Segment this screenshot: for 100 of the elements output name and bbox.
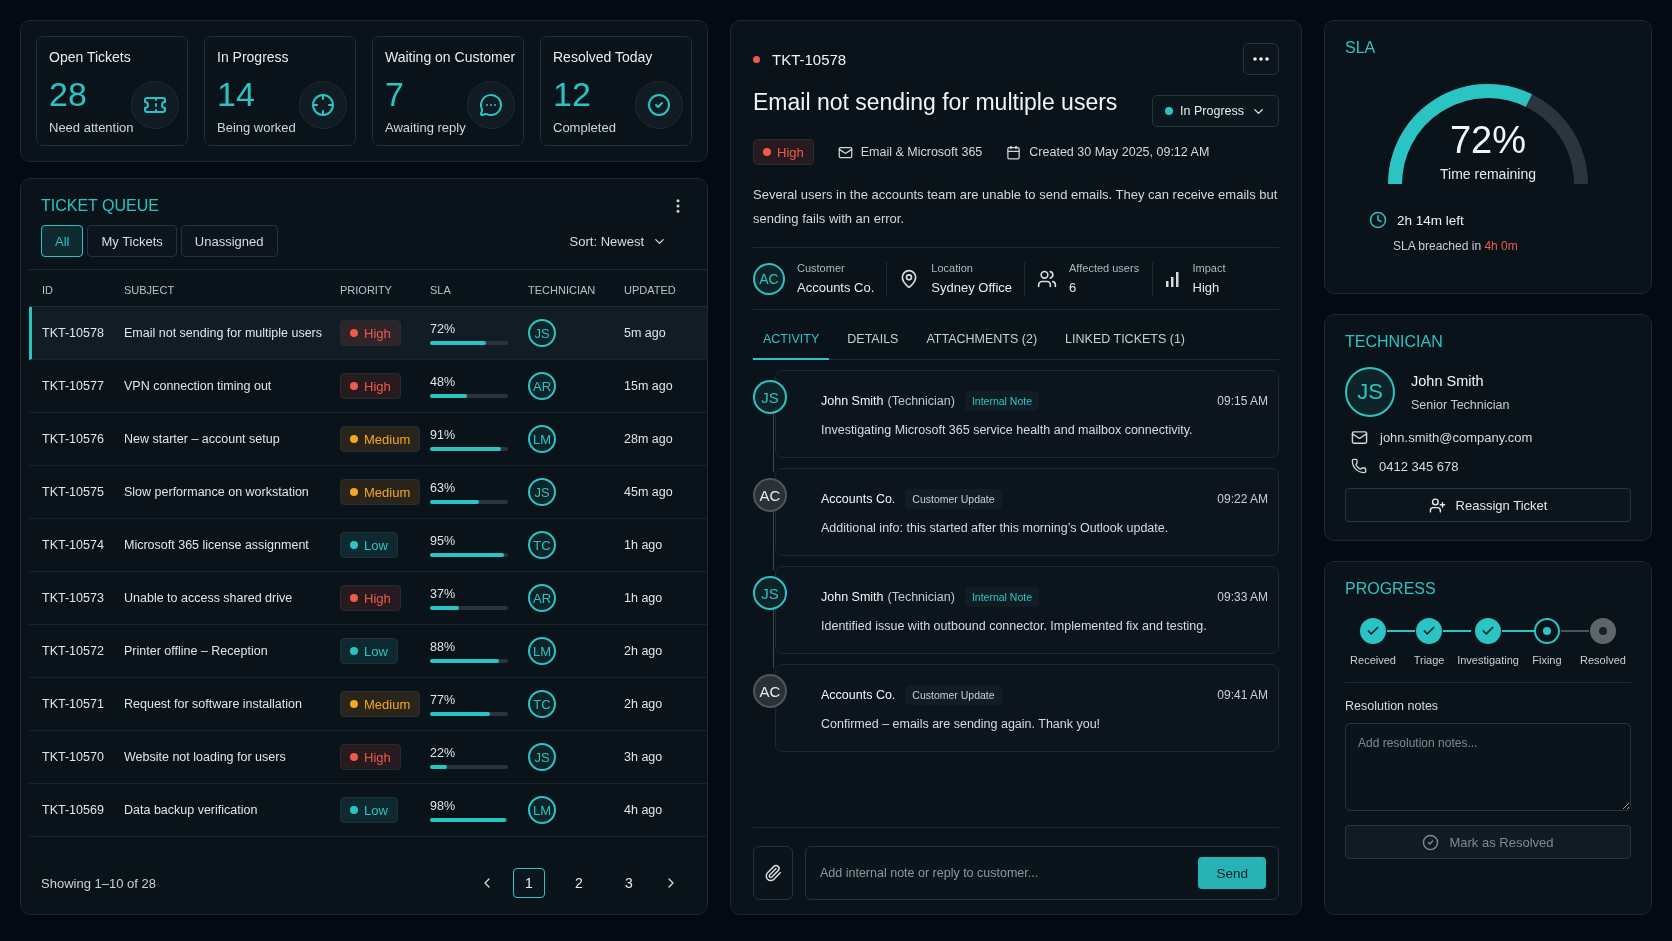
updated-time: 4h ago	[624, 803, 664, 817]
technician-phone: 0412 345 678	[1379, 458, 1459, 474]
ticket-row[interactable]: TKT-10572 Printer offline – Reception Low 88% LM 2h ago	[29, 625, 707, 678]
stat-value: 14	[217, 75, 255, 114]
send-button[interactable]: Send	[1198, 857, 1266, 889]
fact-value: 6	[1069, 280, 1078, 295]
page-button[interactable]: 3	[613, 868, 645, 898]
column-header: ID	[42, 284, 54, 296]
ticket-id: TKT-10578	[772, 50, 847, 68]
activity-text: Additional info: this started after this morning’s Outlook update.	[821, 521, 1170, 535]
priority-badge: Low	[340, 638, 398, 664]
ticket-row[interactable]: TKT-10571 Request for software installation Medium 77% TC 2h ago	[29, 678, 707, 731]
priority-badge: High	[340, 320, 401, 346]
technician-avatar: JS	[1345, 367, 1395, 417]
ticket-id: TKT-10573	[42, 591, 105, 605]
filter-tab[interactable]: My Tickets	[87, 225, 177, 257]
detail-tab[interactable]: LINKED TICKETS (1)	[1055, 324, 1196, 360]
sort-dropdown[interactable]: Sort: Newest	[569, 233, 687, 249]
fact-label: Customer	[797, 262, 846, 274]
bar-chart-icon	[1164, 270, 1181, 287]
detail-tab[interactable]: DETAILS	[837, 324, 909, 360]
section-title: TICKET QUEUE	[41, 197, 159, 215]
reassign-button[interactable]: Reassign Ticket	[1345, 488, 1631, 522]
filter-tab[interactable]: Unassigned	[180, 225, 278, 257]
ticket-row[interactable]: TKT-10574 Microsoft 365 license assignment Low 95% TC 1h ago	[29, 519, 707, 572]
reply-field[interactable]: Add internal note or reply to customer... Send	[805, 846, 1279, 900]
sla-percent: 37%	[430, 586, 457, 601]
sla-percent: 22%	[430, 745, 457, 760]
more-options-button[interactable]	[1243, 43, 1279, 75]
mail-icon	[837, 144, 853, 160]
fact-value: High	[1192, 280, 1221, 295]
ticket-row[interactable]: TKT-10576 New starter – account setup Medium 91% LM 28m ago	[29, 413, 707, 466]
technician-avatar: TC	[528, 690, 556, 718]
updated-time: 3h ago	[624, 750, 664, 764]
ticket-subject: Printer offline – Reception	[124, 644, 269, 658]
ticket-row[interactable]: TKT-10573 Unable to access shared drive High 37% AR 1h ago	[29, 572, 707, 625]
phone-icon	[1351, 458, 1367, 474]
ticket-row[interactable]: TKT-10578 Email not sending for multiple users High 72% JS 5m ago	[29, 307, 707, 360]
filter-tab[interactable]: All	[41, 225, 84, 257]
detail-tab[interactable]: ACTIVITY	[753, 324, 830, 360]
page-button[interactable]: 1	[513, 868, 545, 898]
updated-time: 15m ago	[624, 379, 674, 393]
sla-percent: 72%	[1449, 119, 1527, 162]
updated-time: 2h ago	[624, 644, 664, 658]
technician-email: john.smith@company.com	[1380, 430, 1533, 445]
updated-time: 28m ago	[624, 432, 674, 446]
check-icon	[1481, 624, 1495, 638]
status-dropdown[interactable]: In Progress	[1152, 95, 1279, 127]
technician-avatar: JS	[528, 319, 556, 347]
ticket-subject: Request for software installation	[124, 697, 303, 711]
ticket-subject: VPN connection timing out	[124, 379, 273, 393]
ticket-id: TKT-10577	[42, 379, 105, 393]
stat-label: Resolved Today	[553, 49, 654, 65]
customer-avatar: AC	[753, 262, 785, 295]
chat-icon	[467, 81, 515, 129]
resolution-notes-field[interactable]: Add resolution notes...	[1345, 723, 1631, 811]
ticket-id: TKT-10574	[42, 538, 105, 552]
detail-tab[interactable]: ATTACHMENTS (2)	[916, 324, 1048, 360]
author-name: John Smith	[821, 590, 884, 604]
sla-caption: Time remaining	[1440, 166, 1536, 182]
step-label: Resolved	[1580, 654, 1626, 666]
updated-time: 1h ago	[624, 591, 664, 605]
ticket-row[interactable]: TKT-10569 Data backup verification Low 98% LM 4h ago	[29, 784, 707, 837]
author-name: Accounts Co.	[821, 688, 896, 702]
technician-role: Senior Technician	[1411, 398, 1510, 412]
sla-percent: 91%	[430, 427, 457, 442]
sla-percent: 48%	[430, 374, 457, 389]
stat-value: 12	[553, 75, 591, 114]
ticket-row[interactable]: TKT-10570 Website not loading for users High 22% JS 3h ago	[29, 731, 707, 784]
ticket-row[interactable]: TKT-10575 Slow performance on workstation Medium 63% JS 45m ago	[29, 466, 707, 519]
updated-time: 1h ago	[624, 538, 664, 552]
technician-avatar: LM	[528, 425, 556, 453]
note-tag: Internal Note	[964, 391, 1040, 411]
check-circle-icon	[1422, 833, 1440, 851]
step-label: Received	[1350, 654, 1396, 666]
sla-percent: 95%	[430, 533, 457, 548]
section-title: SLA	[1345, 39, 1377, 57]
step-label: Investigating	[1457, 654, 1519, 666]
sla-breach-text: SLA breached in 4h 0m	[1393, 239, 1519, 253]
check-icon	[635, 81, 683, 129]
ticket-id: TKT-10578	[42, 326, 105, 340]
activity-time: 09:41 AM	[1217, 688, 1268, 702]
ticket-id: TKT-10575	[42, 485, 105, 499]
sla-percent: 77%	[430, 692, 457, 707]
technician-name: John Smith	[1411, 373, 1484, 389]
page-button[interactable]: 2	[563, 868, 595, 898]
technician-avatar: AR	[528, 584, 556, 612]
sla-percent: 63%	[430, 480, 457, 495]
note-tag: Customer Update	[905, 489, 1002, 509]
ticket-subject: Email not sending for multiple users	[124, 326, 323, 340]
ticket-row[interactable]: TKT-10577 VPN connection timing out High 48% AR 15m ago	[29, 360, 707, 413]
ticket-subject: Data backup verification	[124, 803, 259, 817]
note-tag: Internal Note	[964, 587, 1040, 607]
attach-button[interactable]	[753, 846, 793, 900]
activity-text: Identified issue with outbound connector. Implemented fix and testing.	[821, 619, 1208, 633]
stat-value: 28	[49, 75, 87, 114]
priority-badge: Medium	[340, 479, 421, 505]
activity-text: Investigating Microsoft 365 service health and mailbox connectivity.	[821, 423, 1194, 437]
sla-percent: 72%	[430, 321, 457, 336]
target-icon	[299, 81, 347, 129]
